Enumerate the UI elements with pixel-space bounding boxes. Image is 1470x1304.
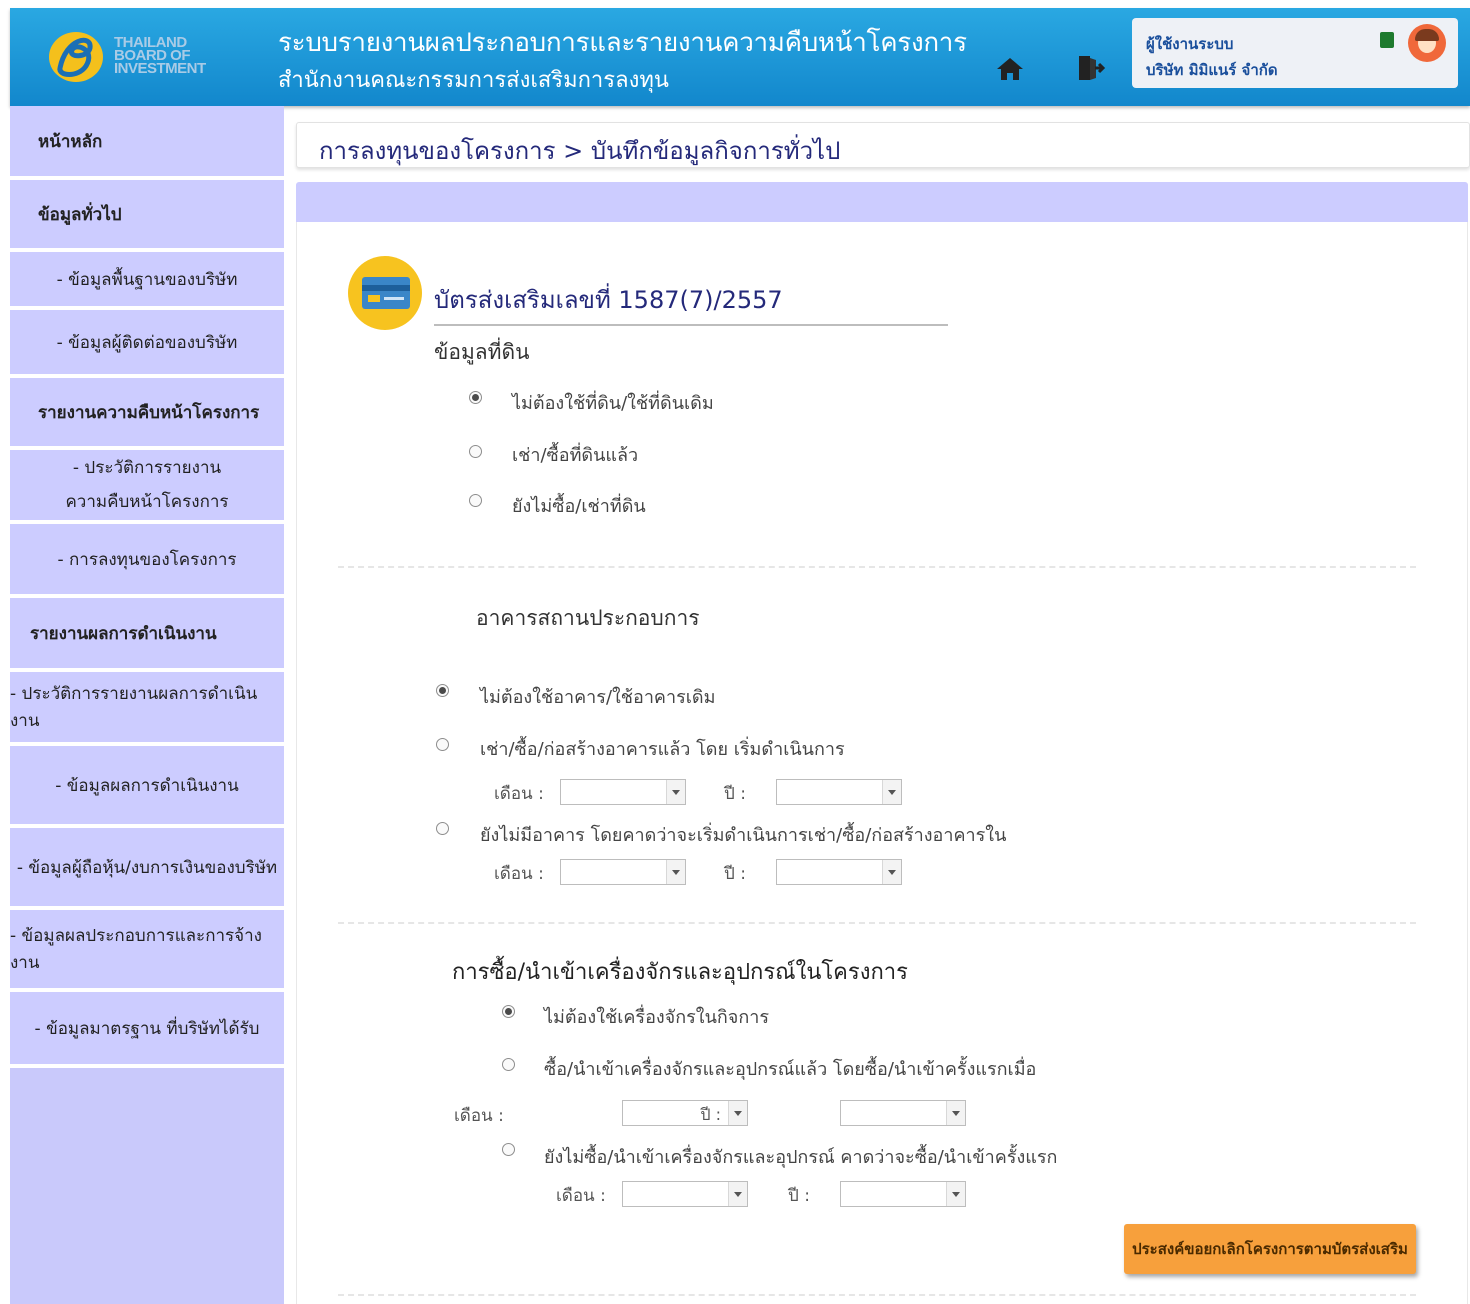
sidebar-item-shareholders-financials[interactable]: - ข้อมูลผู้ถือหุ้น/งบการเงินของบริษัท <box>10 828 284 910</box>
land-option-not-yet-label: ยังไม่ซื้อ/เช่าที่ดิน <box>512 496 646 517</box>
machinery-planned-year-select[interactable] <box>840 1181 966 1207</box>
sidebar-item-project-investment[interactable]: - การลงทุนของโครงการ <box>10 524 284 598</box>
user-role: ผู้ใช้งานระบบ <box>1146 35 1234 53</box>
sidebar-item-performance-history[interactable]: - ประวัติการรายงานผลการดำเนินงาน <box>10 672 284 746</box>
boi-logo-mark <box>49 32 103 82</box>
breadcrumb: การลงทุนของโครงการ > บันทึกข้อมูลกิจการท… <box>319 137 841 165</box>
machinery-planned-year-label: ปี : <box>788 1186 810 1206</box>
section-divider <box>338 1294 1416 1296</box>
sidebar-item-operations-employment[interactable]: - ข้อมูลผลประกอบการและการจ้างงาน <box>10 910 284 992</box>
sidebar-item-progress-history[interactable]: - ประวัติการรายงาน ความคืบหน้าโครงการ <box>10 450 284 524</box>
building-option-acquired-radio[interactable] <box>436 738 449 751</box>
sidebar-item-general-info[interactable]: ข้อมูลทั่วไป <box>10 180 284 252</box>
machinery-acquired-month-select[interactable]: ปี : <box>622 1100 748 1126</box>
building-planned-year-label: ปี : <box>724 864 746 884</box>
building-planned-month-label: เดือน : <box>494 864 544 884</box>
machinery-acquired-year-select[interactable] <box>840 1100 966 1126</box>
sidebar-item-progress-report[interactable]: รายงานความคืบหน้าโครงการ <box>10 378 284 450</box>
machinery-acquired-month-label: เดือน : <box>454 1106 504 1126</box>
home-icon[interactable] <box>995 56 1025 82</box>
section-divider <box>338 566 1416 568</box>
land-option-leased-radio[interactable] <box>469 445 482 458</box>
building-acquired-year-label: ปี : <box>724 784 746 804</box>
user-avatar[interactable] <box>1408 24 1446 62</box>
user-info-panel: ผู้ใช้งานระบบ บริษัท มิมิแนร์ จำกัด <box>1132 18 1458 88</box>
machinery-section-label: การซื้อ/นำเข้าเครื่องจักรและอุปกรณ์ในโคร… <box>452 960 908 985</box>
machinery-option-none-radio[interactable] <box>502 1005 515 1018</box>
panel-header <box>296 182 1468 222</box>
breadcrumb-bar: การลงทุนของโครงการ > บันทึกข้อมูลกิจการท… <box>296 122 1470 168</box>
cancel-project-button[interactable]: ประสงค์ขอยกเลิกโครงการตามบัตรส่งเสริม <box>1124 1224 1416 1274</box>
user-company: บริษัท มิมิแนร์ จำกัด <box>1146 61 1278 79</box>
machinery-option-planned-label: ยังไม่ซื้อ/นำเข้าเครื่องจักรและอุปกรณ์ ค… <box>544 1147 1058 1168</box>
building-planned-month-select[interactable] <box>560 859 686 885</box>
system-title: ระบบรายงานผลประกอบการและรายงานความคืบหน้… <box>278 28 967 58</box>
certificate-title: บัตรส่งเสริมเลขที่ 1587(7)/2557 <box>434 286 783 314</box>
sidebar-item-standards[interactable]: - ข้อมูลมาตรฐาน ที่บริษัทได้รับ <box>10 992 284 1068</box>
app-header: THAILAND BOARD OF INVESTMENT ระบบรายงานผ… <box>10 8 1470 106</box>
building-acquired-month-label: เดือน : <box>494 784 544 804</box>
building-option-no-building-radio[interactable] <box>436 684 449 697</box>
sidebar-nav: หน้าหลัก ข้อมูลทั่วไป - ข้อมูลพื้นฐานของ… <box>10 106 284 1304</box>
building-option-acquired-label: เช่า/ซื้อ/ก่อสร้างอาคารแล้ว โดย เริ่มดำเ… <box>480 739 845 760</box>
machinery-planned-month-label: เดือน : <box>556 1186 606 1206</box>
building-acquired-year-select[interactable] <box>776 779 902 805</box>
sidebar-item-company-contact[interactable]: - ข้อมูลผู้ติดต่อของบริษัท <box>10 310 284 378</box>
certificate-underline <box>434 324 948 326</box>
machinery-option-acquired-label: ซื้อ/นำเข้าเครื่องจักรและอุปกรณ์แล้ว โดย… <box>544 1059 1037 1080</box>
logout-icon[interactable] <box>1076 54 1106 82</box>
land-option-not-yet-radio[interactable] <box>469 494 482 507</box>
sidebar-item-home[interactable]: หน้าหลัก <box>10 106 284 180</box>
building-option-no-building-label: ไม่ต้องใช้อาคาร/ใช้อาคารเดิม <box>480 687 716 708</box>
sidebar-item-performance-data[interactable]: - ข้อมูลผลการดำเนินงาน <box>10 746 284 828</box>
sidebar-item-company-basic-info[interactable]: - ข้อมูลพื้นฐานของบริษัท <box>10 252 284 310</box>
id-card-icon[interactable] <box>1380 32 1394 48</box>
boi-logo-text: THAILAND BOARD OF INVESTMENT <box>114 34 206 77</box>
land-section-label: ข้อมูลที่ดิน <box>434 340 530 364</box>
credit-card-icon <box>362 277 410 309</box>
building-option-planned-radio[interactable] <box>436 822 449 835</box>
building-section-label: อาคารสถานประกอบการ <box>476 606 700 630</box>
building-option-planned-label: ยังไม่มีอาคาร โดยคาดว่าจะเริ่มดำเนินการเ… <box>480 825 1007 846</box>
sidebar-item-performance-report[interactable]: รายงานผลการดำเนินงาน <box>10 598 284 672</box>
machinery-option-acquired-radio[interactable] <box>502 1058 515 1071</box>
sidebar-filler <box>10 1068 284 1304</box>
building-acquired-month-select[interactable] <box>560 779 686 805</box>
land-option-no-land-label: ไม่ต้องใช้ที่ดิน/ใช้ที่ดินเดิม <box>512 393 714 414</box>
land-option-leased-label: เช่า/ซื้อที่ดินแล้ว <box>512 445 639 466</box>
agency-subtitle: สำนักงานคณะกรรมการส่งเสริมการลงทุน <box>278 68 669 93</box>
building-planned-year-select[interactable] <box>776 859 902 885</box>
machinery-option-none-label: ไม่ต้องใช้เครื่องจักรในกิจการ <box>544 1007 769 1028</box>
section-divider <box>338 922 1416 924</box>
machinery-planned-month-select[interactable] <box>622 1181 748 1207</box>
land-option-no-land-radio[interactable] <box>469 391 482 404</box>
machinery-option-planned-radio[interactable] <box>502 1143 515 1156</box>
top-strip <box>0 0 1470 8</box>
boi-logo[interactable]: THAILAND BOARD OF INVESTMENT <box>46 24 206 90</box>
